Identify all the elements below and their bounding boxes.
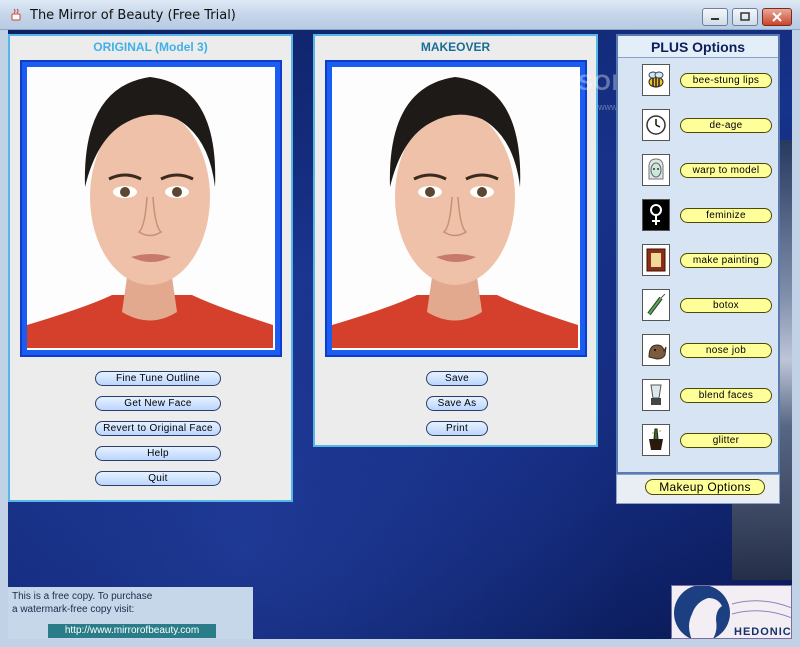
- app-content: ORIGINAL (Model 3) Fine Tune Outline Get…: [8, 30, 792, 639]
- minimize-button[interactable]: [702, 8, 728, 26]
- free-copy-line1: This is a free copy. To purchase: [12, 591, 153, 602]
- quit-button[interactable]: Quit: [95, 471, 221, 486]
- female-symbol-icon[interactable]: [642, 199, 670, 231]
- revert-to-original-button[interactable]: Revert to Original Face: [95, 421, 221, 436]
- makeup-options-bar: Makeup Options: [616, 474, 780, 504]
- original-panel: ORIGINAL (Model 3) Fine Tune Outline Get…: [8, 34, 293, 502]
- hedonics-logo: HEDONICS: [671, 585, 792, 639]
- title-bar: The Mirror of Beauty (Free Trial): [0, 0, 800, 30]
- window-frame-right: [792, 30, 800, 647]
- original-title: ORIGINAL (Model 3): [93, 40, 208, 54]
- original-face-photo: [27, 67, 275, 350]
- close-button[interactable]: [762, 8, 792, 26]
- print-button[interactable]: Print: [426, 421, 488, 436]
- original-photo-frame: [20, 60, 282, 357]
- de-age-button[interactable]: de-age: [680, 118, 772, 133]
- feminize-button[interactable]: feminize: [680, 208, 772, 223]
- window-frame-left: [0, 30, 8, 647]
- save-as-button[interactable]: Save As: [426, 396, 488, 411]
- hedonics-logo-text: HEDONICS: [734, 626, 792, 638]
- blender-icon[interactable]: [642, 379, 670, 411]
- makeover-face-photo: [332, 67, 580, 350]
- window-frame-bottom: [0, 639, 800, 647]
- java-cup-icon: [11, 8, 21, 21]
- free-copy-line2: a watermark-free copy visit:: [12, 604, 135, 615]
- save-button[interactable]: Save: [426, 371, 488, 386]
- glitter-button[interactable]: glitter: [680, 433, 772, 448]
- blend-faces-button[interactable]: blend faces: [680, 388, 772, 403]
- painting-frame-icon[interactable]: [642, 244, 670, 276]
- makeover-panel: MAKEOVER Save Save As Print: [313, 34, 598, 447]
- plus-options-panel: PLUS Options bee-stung lips de-age warp …: [616, 34, 780, 474]
- botox-button[interactable]: botox: [680, 298, 772, 313]
- minimize-icon: [711, 18, 719, 20]
- help-button[interactable]: Help: [95, 446, 221, 461]
- bee-icon[interactable]: [642, 64, 670, 96]
- syringe-icon[interactable]: [642, 289, 670, 321]
- free-copy-notice: This is a free copy. To purchase a water…: [8, 587, 253, 639]
- model-face-icon[interactable]: [642, 154, 670, 186]
- get-new-face-button[interactable]: Get New Face: [95, 396, 221, 411]
- rhino-icon[interactable]: [642, 334, 670, 366]
- nose-job-button[interactable]: nose job: [680, 343, 772, 358]
- window-title: The Mirror of Beauty (Free Trial): [30, 8, 236, 23]
- makeup-options-button[interactable]: Makeup Options: [645, 479, 765, 495]
- champagne-icon[interactable]: [642, 424, 670, 456]
- maximize-button[interactable]: [732, 8, 758, 26]
- makeover-photo-frame: [325, 60, 587, 357]
- clock-icon[interactable]: [642, 109, 670, 141]
- purchase-url-link[interactable]: http://www.mirrorofbeauty.com: [48, 624, 216, 638]
- warp-to-model-button[interactable]: warp to model: [680, 163, 772, 178]
- bee-stung-lips-button[interactable]: bee-stung lips: [680, 73, 772, 88]
- fine-tune-outline-button[interactable]: Fine Tune Outline: [95, 371, 221, 386]
- makeover-title: MAKEOVER: [420, 40, 491, 54]
- plus-options-title: PLUS Options: [618, 36, 778, 58]
- make-painting-button[interactable]: make painting: [680, 253, 772, 268]
- close-icon: [772, 12, 782, 22]
- maximize-icon: [740, 12, 750, 21]
